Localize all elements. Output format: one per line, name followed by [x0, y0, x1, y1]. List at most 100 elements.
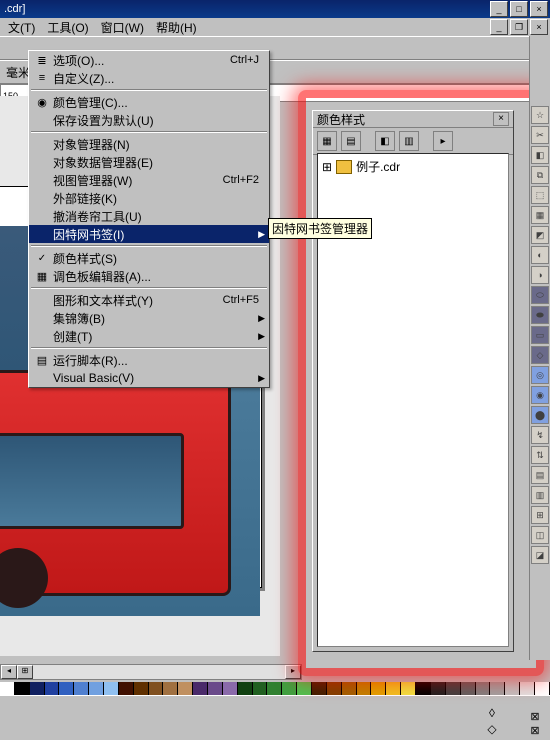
tool-button[interactable]: ✂	[531, 126, 549, 144]
no-fill-icon[interactable]: ⊠	[524, 710, 546, 722]
menu-item[interactable]: ≣选项(O)...Ctrl+J	[29, 51, 269, 69]
tool-button[interactable]: ⇅	[531, 446, 549, 464]
menu-item[interactable]: 外部链接(K)	[29, 189, 269, 207]
tool-button[interactable]: ⧉	[531, 166, 549, 184]
no-outline-icon[interactable]: ⊠	[524, 724, 546, 736]
menu-item[interactable]: ◉颜色管理(C)...	[29, 93, 269, 111]
menu-item[interactable]: 对象数据管理器(E)	[29, 153, 269, 171]
tool-button[interactable]: ◇	[531, 346, 549, 364]
menu-tools[interactable]: 工具(O)	[41, 18, 94, 37]
color-swatch[interactable]	[461, 682, 476, 696]
expand-icon[interactable]: ⊞	[322, 160, 332, 174]
menu-text[interactable]: 文(T)	[2, 18, 41, 37]
color-swatch[interactable]	[312, 682, 327, 696]
menu-help[interactable]: 帮助(H)	[150, 18, 203, 37]
color-swatch[interactable]	[520, 682, 535, 696]
tool-button[interactable]: ☆	[531, 106, 549, 124]
color-swatch[interactable]	[45, 682, 60, 696]
color-swatch[interactable]	[505, 682, 520, 696]
color-swatch[interactable]	[0, 682, 15, 696]
menu-item[interactable]: 颜色样式(S)	[29, 249, 269, 267]
color-swatch[interactable]	[297, 682, 312, 696]
menu-item[interactable]: ▤运行脚本(R)...	[29, 351, 269, 369]
color-swatch[interactable]	[282, 682, 297, 696]
color-swatch[interactable]	[446, 682, 461, 696]
mdi-minimize-button[interactable]: _	[490, 19, 508, 35]
tool-button[interactable]: ⊞	[531, 506, 549, 524]
color-swatch[interactable]	[357, 682, 372, 696]
scroll-track[interactable]	[33, 665, 285, 679]
menu-item[interactable]: 保存设置为默认(U)	[29, 111, 269, 129]
options-button[interactable]: ▸	[433, 131, 453, 151]
palette-button[interactable]: ▥	[399, 131, 419, 151]
menu-item[interactable]: 视图管理器(W)Ctrl+F2	[29, 171, 269, 189]
color-swatch[interactable]	[163, 682, 178, 696]
color-swatch[interactable]	[223, 682, 238, 696]
color-swatch[interactable]	[104, 682, 119, 696]
color-swatch[interactable]	[15, 682, 30, 696]
color-swatch[interactable]	[238, 682, 253, 696]
tool-button[interactable]: ◧	[531, 146, 549, 164]
mdi-close-button[interactable]: ×	[530, 19, 548, 35]
scroll-right-button[interactable]: ▸	[285, 665, 301, 679]
color-swatch[interactable]	[431, 682, 446, 696]
tool-button[interactable]: ▭	[531, 326, 549, 344]
minimize-button[interactable]: _	[490, 1, 508, 17]
color-swatch[interactable]	[371, 682, 386, 696]
color-swatch[interactable]	[476, 682, 491, 696]
tool-button[interactable]: ◪	[531, 546, 549, 564]
tool-button[interactable]: ◫	[531, 526, 549, 544]
tool-button[interactable]: ⬬	[531, 306, 549, 324]
color-swatch[interactable]	[30, 682, 45, 696]
new-style-button[interactable]: ▦	[317, 131, 337, 151]
color-swatch[interactable]	[74, 682, 89, 696]
color-swatch[interactable]	[253, 682, 268, 696]
menu-item[interactable]: 集锦簿(B)▶	[29, 309, 269, 327]
tree-item[interactable]: ⊞ 例子.cdr	[322, 158, 504, 175]
docker-close-button[interactable]: ×	[493, 112, 509, 126]
maximize-button[interactable]: □	[510, 1, 528, 17]
tool-button[interactable]: ⬚	[531, 186, 549, 204]
tool-button[interactable]: ▦	[531, 206, 549, 224]
color-swatch[interactable]	[535, 682, 550, 696]
menu-item[interactable]: ≡自定义(Z)...	[29, 69, 269, 87]
tool-button[interactable]: ⬤	[531, 406, 549, 424]
color-swatch[interactable]	[208, 682, 223, 696]
tool-button[interactable]: ◐	[531, 246, 549, 264]
color-swatch[interactable]	[267, 682, 282, 696]
menu-item[interactable]: Visual Basic(V)▶	[29, 369, 269, 387]
close-button[interactable]: ×	[530, 1, 548, 17]
menu-item[interactable]: 对象管理器(N)	[29, 135, 269, 153]
color-swatch[interactable]	[342, 682, 357, 696]
color-swatch[interactable]	[416, 682, 431, 696]
new-child-button[interactable]: ▤	[341, 131, 361, 151]
menu-item[interactable]: 创建(T)▶	[29, 327, 269, 345]
color-swatch[interactable]	[193, 682, 208, 696]
color-swatch[interactable]	[134, 682, 149, 696]
tool-button[interactable]: ▤	[531, 466, 549, 484]
page-nav-button[interactable]: ⊞	[17, 665, 33, 679]
tool-button[interactable]: ⬭	[531, 286, 549, 304]
color-swatch[interactable]	[386, 682, 401, 696]
edit-button[interactable]: ◧	[375, 131, 395, 151]
tool-button[interactable]: ◎	[531, 366, 549, 384]
menu-item[interactable]: 因特网书签(I)▶	[29, 225, 269, 243]
mdi-restore-button[interactable]: ❐	[510, 19, 528, 35]
scrollbar-horizontal[interactable]: ◂ ⊞ ▸	[0, 664, 302, 680]
menu-window[interactable]: 窗口(W)	[95, 18, 150, 37]
color-swatch[interactable]	[149, 682, 164, 696]
color-swatch[interactable]	[490, 682, 505, 696]
tool-button[interactable]: ◩	[531, 226, 549, 244]
color-swatch[interactable]	[327, 682, 342, 696]
color-swatch[interactable]	[178, 682, 193, 696]
menu-item[interactable]: ▦调色板编辑器(A)...	[29, 267, 269, 285]
scroll-left-button[interactable]: ◂	[1, 665, 17, 679]
menu-item[interactable]: 图形和文本样式(Y)Ctrl+F5	[29, 291, 269, 309]
color-swatch[interactable]	[59, 682, 74, 696]
color-swatch[interactable]	[401, 682, 416, 696]
tool-button[interactable]: ◑	[531, 266, 549, 284]
color-swatch[interactable]	[119, 682, 134, 696]
color-swatch[interactable]	[89, 682, 104, 696]
menu-item[interactable]: 撤消卷帘工具(U)	[29, 207, 269, 225]
tool-button[interactable]: ↯	[531, 426, 549, 444]
